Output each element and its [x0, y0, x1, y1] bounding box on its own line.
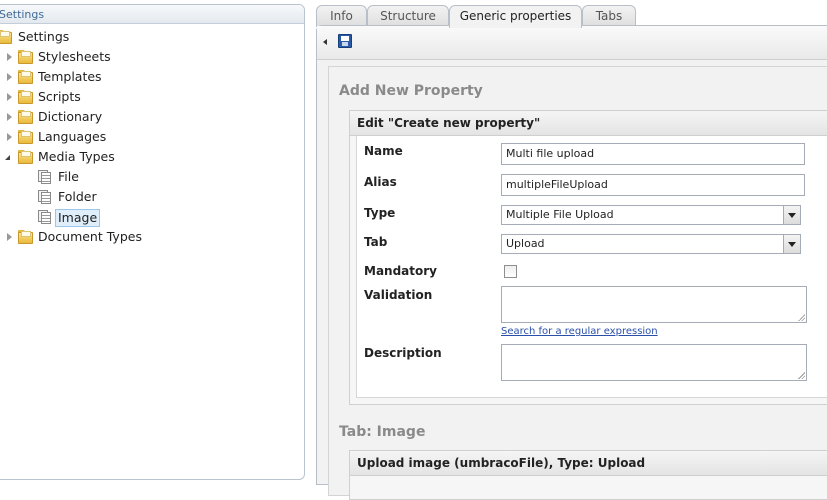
description-label: Description	[364, 346, 442, 360]
section-title-tab-image: Tab: Image	[339, 424, 426, 440]
tree-label: Settings	[18, 29, 70, 44]
create-property-header: Edit "Create new property"	[350, 111, 827, 136]
tree-label: Languages	[38, 129, 107, 144]
mandatory-label: Mandatory	[364, 264, 437, 278]
tree-label: Scripts	[38, 89, 81, 104]
tree-label: Media Types	[38, 149, 115, 164]
folder-icon	[18, 110, 34, 124]
tab-label: Structure	[380, 9, 436, 23]
name-label: Name	[364, 144, 403, 158]
save-icon[interactable]	[338, 34, 352, 48]
description-textarea[interactable]	[501, 344, 807, 381]
tree-label: File	[58, 169, 79, 184]
media-type-icon	[38, 170, 53, 184]
chevron-down-icon[interactable]	[783, 235, 800, 253]
name-input[interactable]: Multi file upload	[501, 143, 805, 165]
alias-input[interactable]: multipleFileUpload	[501, 174, 805, 196]
tab-tabs[interactable]: Tabs	[582, 5, 636, 27]
expand-arrow-icon[interactable]	[7, 233, 12, 241]
folder-icon	[18, 70, 34, 84]
media-type-icon	[38, 210, 53, 224]
toolbar	[317, 26, 827, 60]
tree-panel: Settings Settings Stylesheets Templates …	[0, 4, 305, 480]
tab-label: Tabs	[595, 9, 623, 23]
tab-label: Generic properties	[459, 9, 572, 23]
expand-arrow-icon[interactable]	[7, 53, 12, 61]
tab-bar: Info Structure Generic properties Tabs	[316, 4, 827, 28]
section-title-add-property: Add New Property	[339, 83, 483, 99]
mandatory-checkbox[interactable]	[504, 265, 517, 278]
folder-icon	[18, 50, 34, 64]
folder-icon	[0, 30, 13, 44]
resize-grip-icon[interactable]	[798, 372, 805, 379]
tree-label: Templates	[38, 69, 102, 84]
tab-image-property-box: Upload image (umbracoFile), Type: Upload	[349, 450, 827, 500]
expand-arrow-icon[interactable]	[7, 133, 12, 141]
collapse-arrow-icon[interactable]	[5, 155, 10, 160]
content-area: Add New Property Edit "Create new proper…	[328, 66, 827, 500]
resize-grip-icon[interactable]	[798, 314, 805, 321]
upload-image-property-row[interactable]: Upload image (umbracoFile), Type: Upload	[350, 451, 827, 476]
editor-panel: Add New Property Edit "Create new proper…	[316, 25, 827, 500]
collapse-toolbar-icon[interactable]	[323, 39, 327, 45]
alias-label: Alias	[364, 175, 397, 189]
tab-select[interactable]: Upload	[501, 234, 801, 254]
validation-label: Validation	[364, 288, 433, 302]
expand-arrow-icon[interactable]	[7, 113, 12, 121]
type-select-value: Multiple File Upload	[506, 208, 614, 221]
expand-arrow-icon[interactable]	[7, 73, 12, 81]
tree-label: Stylesheets	[38, 49, 111, 64]
type-label: Type	[364, 206, 396, 220]
tree-header-title: Settings	[0, 8, 45, 21]
type-select[interactable]: Multiple File Upload	[501, 205, 801, 225]
tab-label-field: Tab	[364, 235, 388, 249]
folder-icon	[18, 230, 34, 244]
tab-generic-properties[interactable]: Generic properties	[449, 5, 582, 28]
tree-label: Dictionary	[38, 109, 103, 124]
create-property-box: Edit "Create new property" Name Multi fi…	[349, 110, 827, 405]
tab-select-value: Upload	[506, 237, 545, 250]
create-property-form: Name Multi file upload Alias multipleFil…	[356, 136, 827, 398]
tab-structure[interactable]: Structure	[367, 5, 449, 27]
chevron-down-icon[interactable]	[783, 206, 800, 224]
tab-label: Info	[330, 9, 353, 23]
tab-info[interactable]: Info	[316, 5, 367, 27]
tree-label: Folder	[58, 189, 97, 204]
validation-textarea[interactable]	[501, 286, 807, 323]
media-type-icon	[38, 190, 53, 204]
folder-icon	[18, 130, 34, 144]
expand-arrow-icon[interactable]	[7, 93, 12, 101]
tree-label-selected: Image	[55, 209, 101, 227]
tree-header: Settings	[0, 5, 304, 24]
folder-icon	[18, 150, 34, 164]
search-regex-link[interactable]: Search for a regular expression	[501, 326, 658, 337]
folder-icon	[18, 90, 34, 104]
tree-label: Document Types	[38, 229, 142, 244]
